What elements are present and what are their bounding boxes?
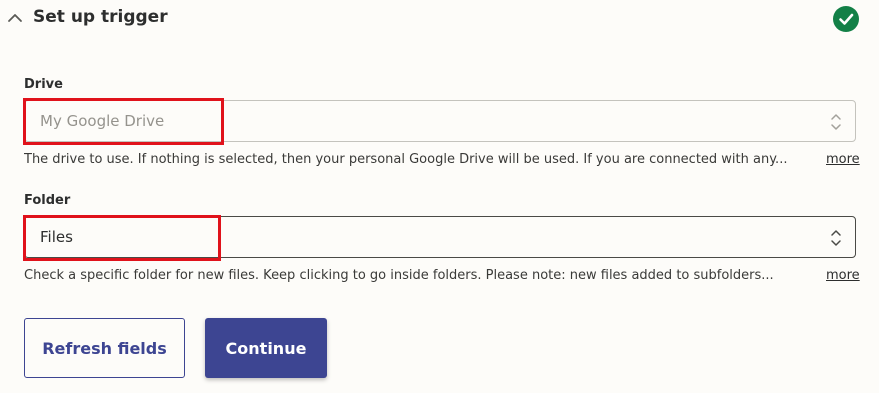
folder-highlight-box [23, 215, 221, 261]
section-header[interactable]: Set up trigger [0, 0, 879, 38]
drive-more-link[interactable]: more [826, 152, 860, 167]
select-updown-icon [830, 112, 842, 132]
drive-help-text: The drive to use. If nothing is selected… [24, 152, 788, 167]
select-updown-icon [830, 228, 842, 248]
drive-highlight-box [23, 98, 224, 145]
trigger-setup-panel: Set up trigger Drive My Google Drive The… [0, 0, 879, 393]
section-title: Set up trigger [33, 7, 168, 27]
folder-more-link[interactable]: more [826, 268, 860, 283]
refresh-fields-button[interactable]: Refresh fields [24, 318, 185, 378]
continue-button[interactable]: Continue [205, 318, 327, 378]
drive-label: Drive [24, 77, 63, 92]
folder-help-text: Check a specific folder for new files. K… [24, 268, 774, 283]
check-circle-icon [833, 6, 859, 32]
folder-label: Folder [24, 193, 71, 208]
chevron-up-icon[interactable] [6, 10, 24, 24]
